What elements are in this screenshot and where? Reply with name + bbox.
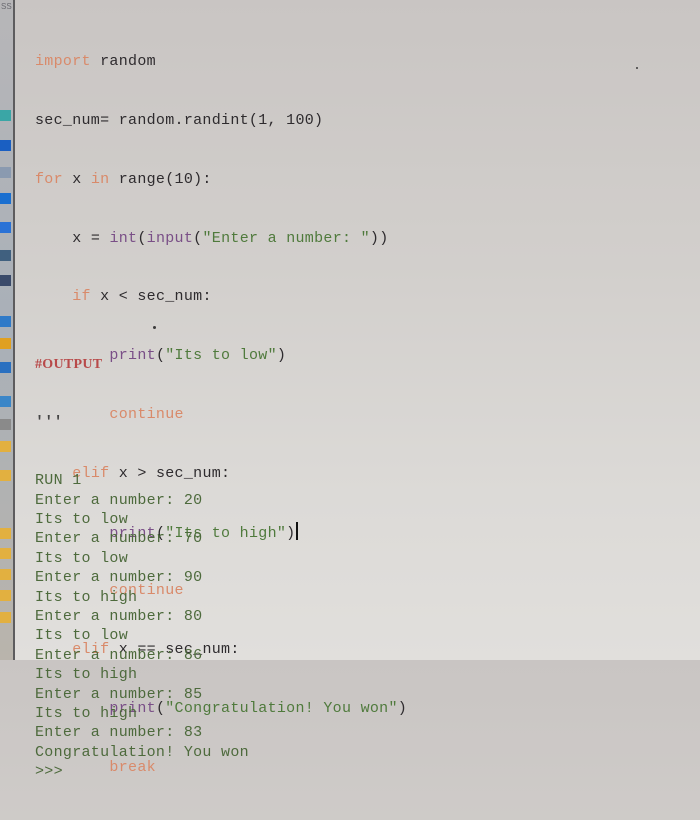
file-icon-yellow-3[interactable] [0, 528, 11, 539]
docstring-open: ''' [35, 414, 63, 432]
code-line-3: for x in range(10): [35, 170, 212, 188]
builtin-int: int [109, 229, 138, 247]
output-line: Its to high [35, 704, 138, 722]
output-line: Enter a number: 86 [35, 646, 203, 664]
keyword-import: import [35, 53, 91, 71]
output-line: Enter a number: 20 [35, 491, 203, 509]
file-icon-yellow-7[interactable] [0, 612, 11, 623]
calculator-icon[interactable] [0, 396, 11, 407]
output-comment: #OUTPUT [35, 356, 103, 372]
output-line: Enter a number: 80 [35, 607, 203, 625]
code-line-2: sec_num= random.randint(1, 100) [35, 111, 324, 129]
app-icon-blue[interactable] [0, 140, 11, 151]
picture-icon[interactable] [0, 250, 11, 261]
code-editor[interactable]: import random sec_num= random.randint(1,… [15, 0, 700, 780]
music-note-icon[interactable] [0, 222, 11, 233]
file-icon-yellow-6[interactable] [0, 590, 11, 601]
output-line: Its to low [35, 549, 129, 567]
code-line-5: if x < sec_num: [72, 288, 212, 306]
text-cursor [296, 522, 299, 541]
output-line: Enter a number: 85 [35, 685, 203, 703]
output-line: Enter a number: 90 [35, 569, 203, 587]
output-line: Its to high [35, 588, 138, 606]
output-line: RUN 1 [35, 472, 82, 490]
output-block[interactable]: #OUTPUT ''' RUN 1 Enter a number: 20 Its t… [35, 316, 249, 820]
desktop-strip-label: SS [1, 2, 12, 11]
file-icon-yellow-4[interactable] [0, 548, 11, 559]
keyword-in: in [90, 170, 110, 188]
builtin-input: input [146, 229, 194, 247]
grid-app-icon[interactable] [0, 316, 11, 327]
desktop-icon-strip: SS [0, 0, 13, 660]
file-icon-yellow-1[interactable] [0, 441, 11, 452]
file-icon-yellow-2[interactable] [0, 470, 11, 481]
code-line-4: x = int(input("Enter a number: ")) [72, 229, 389, 247]
screen-dust [636, 67, 638, 69]
screen-dust [153, 326, 156, 329]
output-line: >>> [35, 763, 63, 781]
trash-icon[interactable] [0, 419, 11, 430]
file-icon-yellow-5[interactable] [0, 569, 11, 580]
keyword-for: for [35, 170, 63, 188]
document-icon[interactable] [0, 167, 11, 178]
output-line: Its to low [35, 511, 129, 528]
film-icon[interactable] [0, 275, 11, 286]
output-line: Its to high [35, 666, 138, 684]
output-line: Congratulation! You won [35, 743, 249, 761]
puzzle-icon[interactable] [0, 362, 11, 373]
download-arrow-icon[interactable] [0, 193, 11, 204]
app-icon-teal[interactable] [0, 110, 11, 121]
folder-icon[interactable] [0, 338, 11, 349]
output-line: Its to low [35, 627, 129, 645]
keyword-if: if [72, 288, 91, 306]
output-line: Enter a number: 70 [35, 530, 203, 548]
code-line-1: import random [35, 53, 156, 71]
output-line: Enter a number: 83 [35, 724, 203, 742]
string-literal: "Enter a number: " [202, 229, 370, 247]
